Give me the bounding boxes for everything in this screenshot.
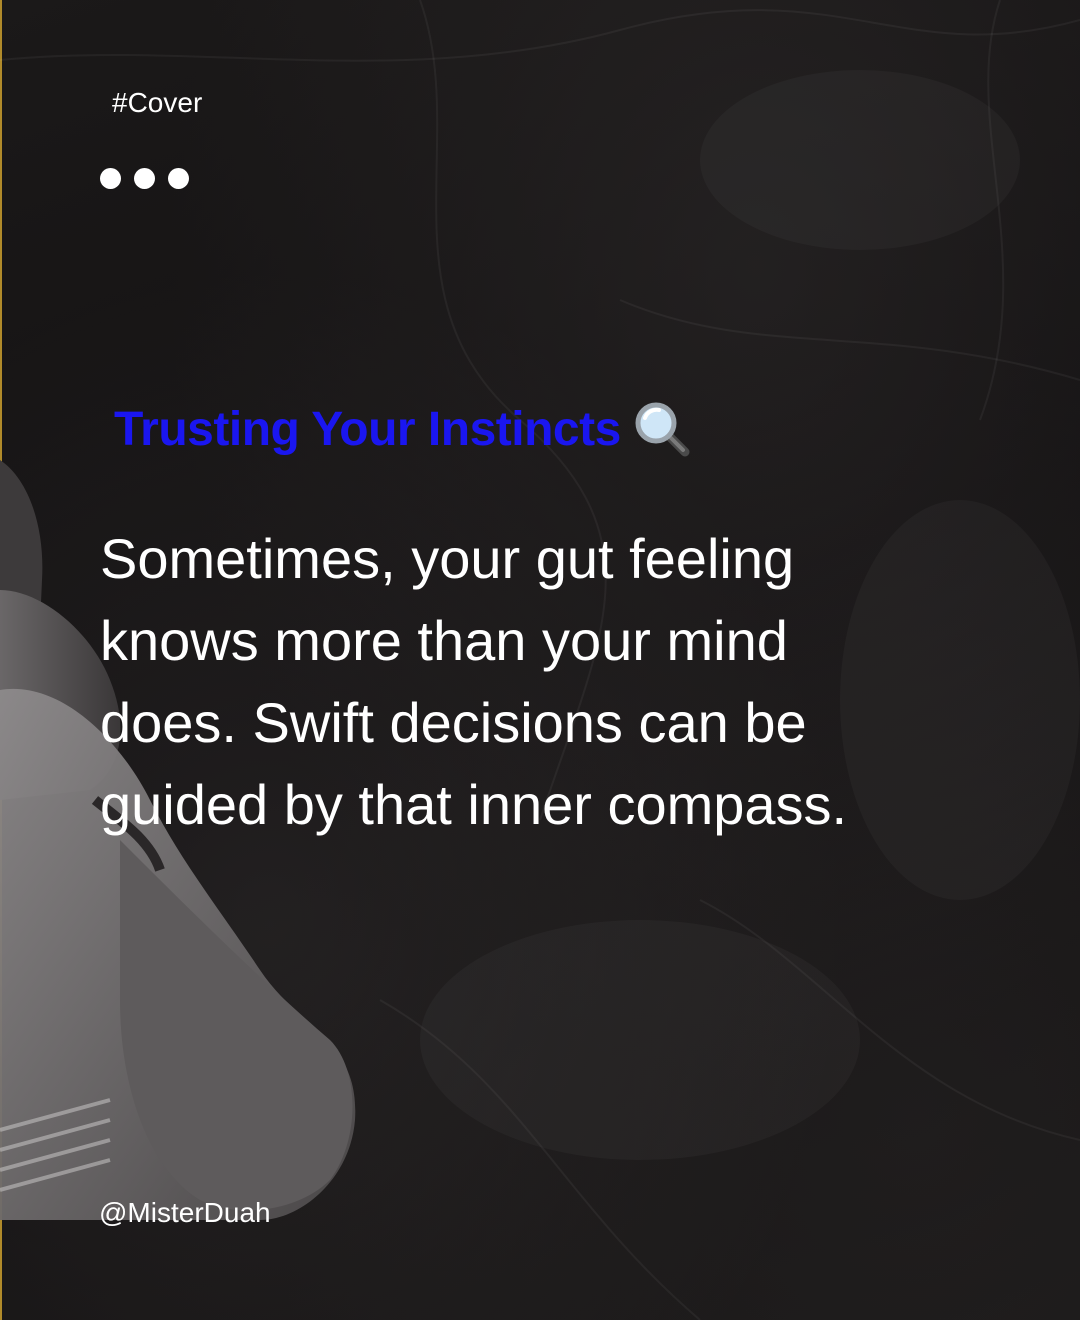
post-card: #Cover Trusting Your Instincts Sometimes… xyxy=(0,0,1080,1320)
magnifying-glass-icon xyxy=(635,402,690,457)
dot xyxy=(168,168,189,189)
dots-icon xyxy=(100,168,189,189)
author-handle: @MisterDuah xyxy=(99,1197,271,1228)
dot xyxy=(100,168,121,189)
post-body: Sometimes, your gut feeling knows more t… xyxy=(100,527,848,836)
dot xyxy=(134,168,155,189)
post-title: Trusting Your Instincts xyxy=(114,402,621,456)
post-tag: #Cover xyxy=(112,87,203,118)
title-row: Trusting Your Instincts xyxy=(114,400,691,458)
